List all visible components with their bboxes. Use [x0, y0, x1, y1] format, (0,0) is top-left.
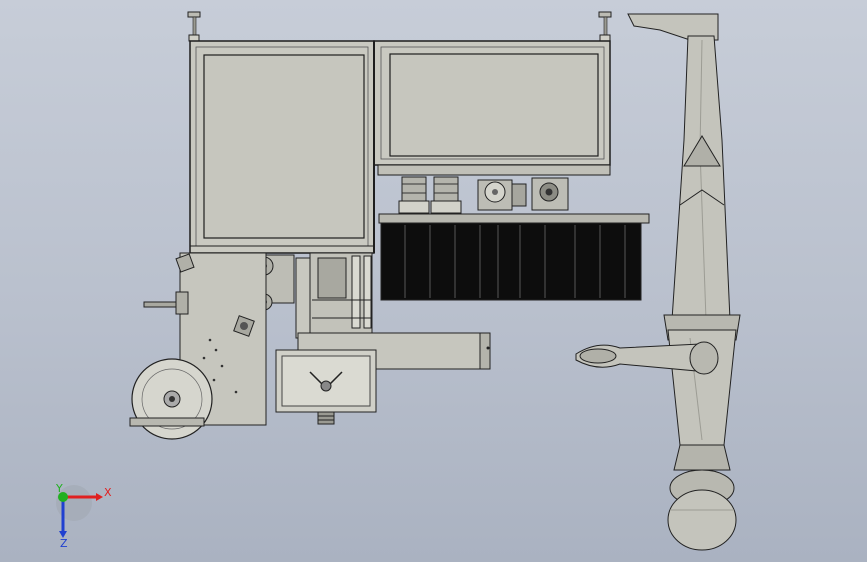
- robot-end-effector[interactable]: [667, 469, 737, 551]
- robot-upper-arm[interactable]: [671, 35, 731, 321]
- drive-motors[interactable]: [398, 176, 569, 214]
- gripper-head[interactable]: [275, 349, 377, 425]
- servo-motor-1[interactable]: [398, 176, 430, 214]
- roller-array-dark[interactable]: [380, 222, 642, 301]
- servo-motor-2[interactable]: [430, 176, 462, 214]
- frame-left-box[interactable]: [187, 11, 375, 254]
- triad-z-label: Z: [60, 537, 68, 550]
- gearbox-1[interactable]: [477, 179, 527, 211]
- robot-side-tool[interactable]: [575, 341, 719, 375]
- orientation-triad[interactable]: X Y Z: [55, 482, 112, 550]
- triad-y-label: Y: [55, 482, 63, 495]
- robot-wrist[interactable]: [673, 444, 731, 471]
- assembly-model-view[interactable]: X Y Z: [0, 0, 867, 562]
- triad-x-label: X: [104, 486, 112, 499]
- gearbox-2[interactable]: [531, 177, 569, 211]
- triad-icon: [56, 485, 103, 538]
- leveling-foot-right[interactable]: [598, 11, 612, 42]
- conveyor-plate[interactable]: [378, 213, 650, 224]
- cad-graphics-area[interactable]: X Y Z: [0, 0, 867, 562]
- leveling-foot-left[interactable]: [187, 11, 201, 42]
- grinding-wheel[interactable]: [129, 358, 213, 440]
